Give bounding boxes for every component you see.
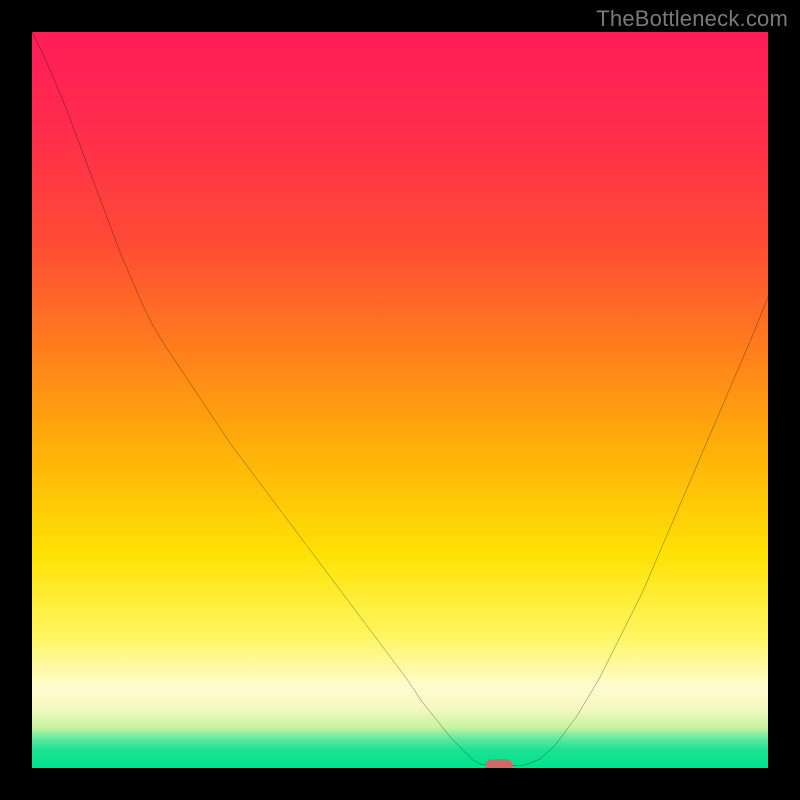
plot-area	[32, 32, 768, 768]
chart-root: TheBottleneck.com	[0, 0, 800, 800]
bottleneck-curve	[32, 32, 768, 768]
attribution-text: TheBottleneck.com	[596, 6, 788, 32]
optimum-marker	[485, 759, 513, 768]
curve-path	[32, 32, 768, 766]
